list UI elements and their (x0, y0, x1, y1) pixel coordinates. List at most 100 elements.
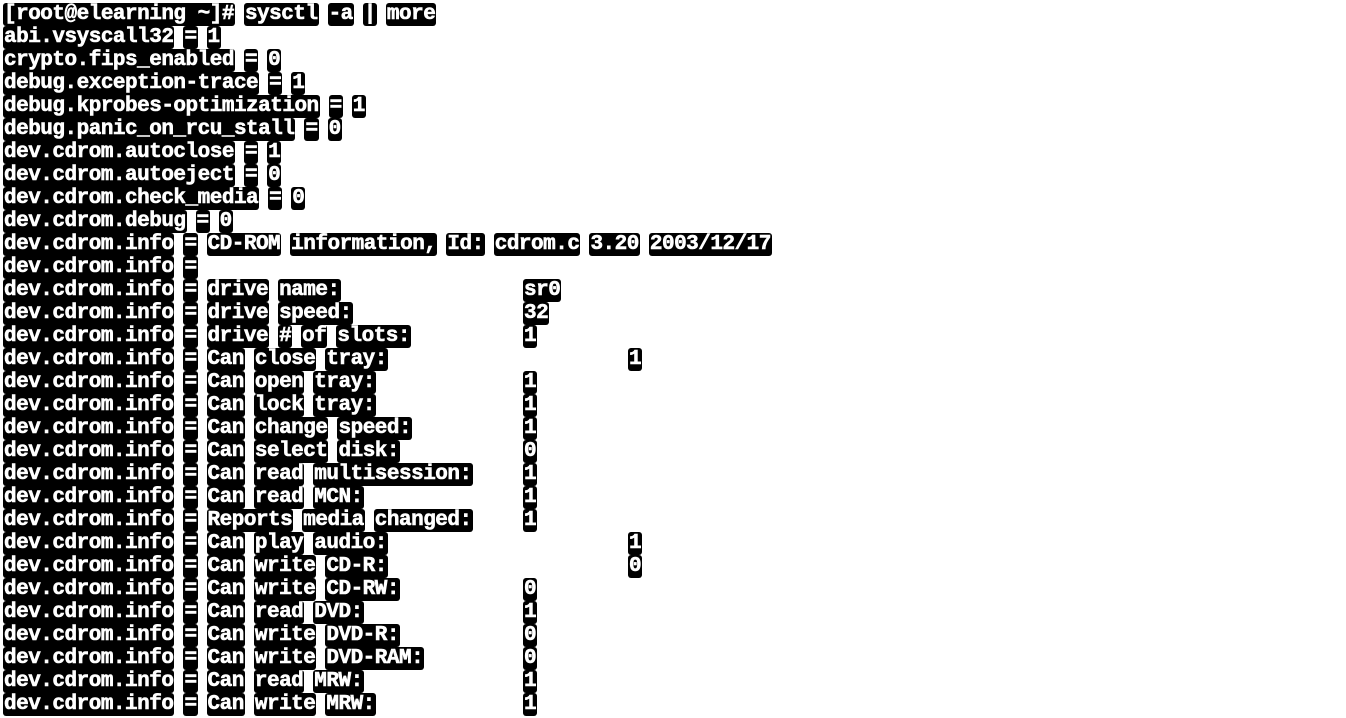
sysctl-key: dev.cdrom.info (3, 532, 175, 555)
sysctl-key: dev.cdrom.info (3, 647, 175, 670)
output-line: crypto.fips_enabled=00 (3, 49, 1346, 72)
output-line: dev.cdrom.check_media=00 (3, 187, 1346, 210)
info-label-word: write (253, 578, 317, 601)
sysctl-key: dev.cdrom.info (3, 624, 175, 647)
sysctl-value-word: Id: (446, 233, 485, 256)
output-line: debug.panic_on_rcu_stall=00 (3, 118, 1346, 141)
sysctl-key: dev.cdrom.autoclose (3, 141, 235, 164)
sysctl-key: abi.vsyscall32 (3, 26, 175, 49)
info-label-word: Can (206, 532, 245, 555)
info-label-word: Can (206, 555, 245, 578)
info-label-word: drive (206, 302, 270, 325)
info-label-word: read (253, 486, 305, 509)
output-line: dev.cdrom.info=drive name:drivename:sr0 (3, 279, 1346, 302)
sysctl-value-word: 2003/12/17 (648, 233, 772, 256)
info-label-word: CD-RW: (325, 578, 400, 601)
sysctl-key: dev.cdrom.info (3, 279, 175, 302)
output-line: dev.cdrom.debug=00 (3, 210, 1346, 233)
info-value: 1 (523, 325, 538, 348)
info-label-word: write (253, 624, 317, 647)
sysctl-value-word: 3.20 (589, 233, 640, 256)
info-label-word: media (302, 509, 365, 532)
output-line: dev.cdrom.info = CD-ROM information, Id: c… (3, 233, 1346, 256)
info-label-word: write (253, 693, 317, 716)
shell-prompt: [root@elearning ~]# (3, 3, 235, 26)
info-label-word: lock (253, 394, 305, 417)
info-label-word: read (253, 670, 305, 693)
info-label-word: slots: (336, 325, 412, 348)
equals-sign: = (183, 647, 198, 670)
output-line: dev.cdrom.info=Can read DVD:CanreadDVD:1 (3, 601, 1346, 624)
terminal-window[interactable]: [root@elearning ~]# sysctl -a | more abi… (0, 0, 1346, 718)
info-label-word: Can (206, 601, 245, 624)
sysctl-key: debug.exception-trace (3, 72, 260, 95)
info-value: 0 (523, 578, 538, 601)
sysctl-value-word: 1 (206, 26, 221, 49)
output-line: dev.cdrom.info=Can write CD-RW:CanwriteC… (3, 578, 1346, 601)
sysctl-value-word: 1 (267, 141, 282, 164)
info-label-word: audio: (313, 532, 388, 555)
sysctl-value-word: cdrom.c (493, 233, 581, 256)
info-label-word: select (253, 440, 329, 463)
output-line: abi.vsyscall32=11 (3, 26, 1346, 49)
command-word: | (362, 3, 377, 26)
equals-sign: = (183, 509, 198, 532)
sysctl-value-word: 1 (351, 95, 366, 118)
info-label-word: write (253, 647, 317, 670)
sysctl-value-word: information, (290, 233, 438, 256)
sysctl-key: dev.cdrom.info (3, 509, 175, 532)
sysctl-key: dev.cdrom.debug (3, 210, 187, 233)
info-value: 1 (523, 670, 538, 693)
info-label-word: tray: (325, 348, 388, 371)
info-label-word: tray: (313, 394, 376, 417)
output-line: dev.cdrom.info=Can read MRW:CanreadMRW:1 (3, 670, 1346, 693)
equals-sign: = (304, 118, 319, 141)
sysctl-value-word: 1 (291, 72, 306, 95)
output-line: dev.cdrom.autoeject=00 (3, 164, 1346, 187)
equals-sign: = (183, 26, 198, 49)
info-label-word: # (278, 325, 293, 348)
info-label-word: speed: (337, 417, 413, 440)
sysctl-key: dev.cdrom.info (3, 693, 175, 716)
sysctl-key: dev.cdrom.info (3, 233, 175, 256)
sysctl-key: dev.cdrom.check_media (3, 187, 260, 210)
info-label-word: write (253, 555, 317, 578)
output-line: debug.exception-trace=11 (3, 72, 1346, 95)
sysctl-value-word: 0 (267, 164, 282, 187)
sysctl-key: dev.cdrom.info (3, 394, 175, 417)
equals-sign: = (183, 233, 198, 256)
equals-sign: = (243, 141, 259, 164)
output-line: dev.cdrom.autoclose=11 (3, 141, 1346, 164)
output-line: dev.cdrom.info=Can write MRW:CanwriteMRW… (3, 693, 1346, 716)
info-label-word: multisession: (313, 463, 473, 486)
equals-sign: = (183, 394, 198, 417)
info-label-word: change (253, 417, 329, 440)
equals-sign: = (183, 279, 198, 302)
sysctl-value-word: 0 (218, 210, 233, 233)
sysctl-key: dev.cdrom.info (3, 302, 175, 325)
sysctl-key: dev.cdrom.info (3, 463, 175, 486)
sysctl-key: dev.cdrom.info (3, 325, 175, 348)
sysctl-key: dev.cdrom.info (3, 555, 175, 578)
equals-sign: = (268, 72, 283, 95)
info-label-word: DVD-RAM: (325, 647, 425, 670)
info-value: 0 (523, 647, 538, 670)
output-line: debug.kprobes-optimization=11 (3, 95, 1346, 118)
info-label-word: Can (206, 486, 245, 509)
equals-sign: = (183, 417, 198, 440)
sysctl-key: dev.cdrom.autoeject (3, 164, 235, 187)
output-line: dev.cdrom.info=Can write DVD-RAM:Canwrit… (3, 647, 1346, 670)
info-label-word: drive (206, 279, 270, 302)
info-label-word: Can (206, 417, 245, 440)
info-label-word: Can (206, 371, 245, 394)
info-label-word: Can (206, 578, 245, 601)
equals-sign: = (183, 486, 198, 509)
sysctl-value-word: CD-ROM (206, 233, 282, 256)
output-line: dev.cdrom.info=drive # of slots:drive#of… (3, 325, 1346, 348)
info-value: 1 (523, 463, 538, 486)
info-label-word: play (253, 532, 305, 555)
sysctl-key: dev.cdrom.info (3, 601, 175, 624)
command-word: sysctl (243, 3, 319, 26)
info-label-word: of (301, 325, 328, 348)
output-line: dev.cdrom.info=Can close tray:Canclosetr… (3, 348, 1346, 371)
